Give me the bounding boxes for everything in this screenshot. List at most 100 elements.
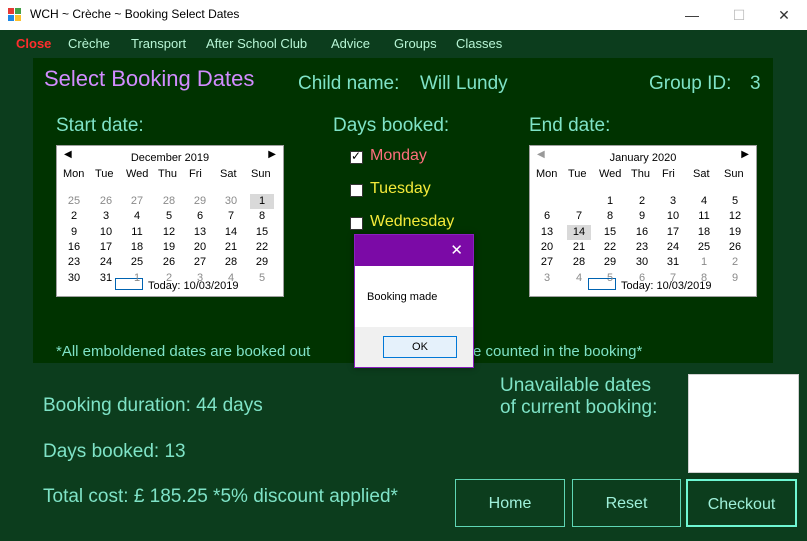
calendar-day[interactable]: 29 — [250, 255, 274, 270]
ok-button[interactable]: OK — [383, 336, 457, 358]
calendar-day[interactable]: 9 — [62, 225, 86, 240]
calendar-day[interactable]: 25 — [692, 240, 716, 255]
calendar-day[interactable]: 8 — [250, 209, 274, 224]
calendar-day[interactable]: 5 — [598, 271, 622, 286]
next-month-icon[interactable]: ▶ — [268, 149, 276, 160]
calendar-day[interactable]: 30 — [219, 194, 243, 209]
calendar-day[interactable]: 21 — [219, 240, 243, 255]
calendar-day[interactable]: 16 — [630, 225, 654, 240]
calendar-day[interactable]: 29 — [598, 255, 622, 270]
calendar-day[interactable]: 26 — [157, 255, 181, 270]
calendar-day[interactable]: 6 — [188, 209, 212, 224]
checkbox-icon[interactable] — [350, 217, 363, 230]
calendar-day[interactable]: 4 — [692, 194, 716, 209]
calendar-day[interactable]: 22 — [250, 240, 274, 255]
calendar-day[interactable]: 14 — [219, 225, 243, 240]
calendar-day[interactable]: 1 — [125, 271, 149, 286]
calendar-day[interactable]: 2 — [723, 255, 747, 270]
close-window-button[interactable]: ✕ — [761, 0, 807, 30]
calendar-day[interactable]: 18 — [125, 240, 149, 255]
menu-groups[interactable]: Groups — [394, 36, 437, 51]
menu-close[interactable]: Close — [16, 36, 51, 51]
calendar-day[interactable]: 26 — [94, 194, 118, 209]
reset-button[interactable]: Reset — [572, 479, 681, 527]
calendar-day[interactable]: 6 — [630, 271, 654, 286]
calendar-day[interactable]: 19 — [157, 240, 181, 255]
calendar-day[interactable]: 28 — [219, 255, 243, 270]
home-button[interactable]: Home — [455, 479, 565, 527]
calendar-day[interactable]: 25 — [125, 255, 149, 270]
calendar-day[interactable]: 11 — [125, 225, 149, 240]
calendar-day[interactable]: 15 — [250, 225, 274, 240]
calendar-day[interactable]: 27 — [125, 194, 149, 209]
calendar-day[interactable]: 20 — [188, 240, 212, 255]
calendar-day[interactable]: 5 — [157, 209, 181, 224]
checkbox-icon[interactable] — [350, 184, 363, 197]
calendar-day[interactable]: 14 — [567, 224, 591, 240]
calendar-day[interactable]: 23 — [62, 255, 86, 270]
calendar-day[interactable]: 4 — [219, 271, 243, 286]
calendar-day[interactable]: 31 — [661, 255, 685, 270]
calendar-day[interactable]: 3 — [661, 194, 685, 209]
calendar-day[interactable]: 4 — [567, 271, 591, 286]
calendar-day[interactable]: 29 — [188, 194, 212, 209]
calendar-day[interactable]: 10 — [661, 209, 685, 224]
calendar-day[interactable]: 26 — [723, 240, 747, 255]
calendar-day[interactable]: 17 — [94, 240, 118, 255]
calendar-day[interactable]: 2 — [157, 271, 181, 286]
calendar-day[interactable]: 30 — [62, 271, 86, 286]
calendar-day[interactable]: 7 — [219, 209, 243, 224]
calendar-day[interactable]: 1 — [692, 255, 716, 270]
close-icon[interactable]: ✕ — [450, 241, 463, 259]
calendar-day[interactable]: 15 — [598, 225, 622, 240]
next-month-icon[interactable]: ▶ — [741, 149, 749, 160]
calendar-day[interactable]: 27 — [535, 255, 559, 270]
calendar-day[interactable]: 8 — [598, 209, 622, 224]
checkbox-icon[interactable] — [350, 149, 363, 164]
calendar-day[interactable]: 24 — [661, 240, 685, 255]
calendar-day[interactable]: 12 — [723, 209, 747, 224]
calendar-day[interactable]: 5 — [250, 271, 274, 286]
calendar-day[interactable]: 1 — [250, 194, 274, 209]
calendar-day[interactable]: 1 — [598, 194, 622, 209]
calendar-day[interactable]: 17 — [661, 225, 685, 240]
calendar-day[interactable]: 16 — [62, 240, 86, 255]
calendar-day[interactable]: 30 — [630, 255, 654, 270]
menu-creche[interactable]: Crèche — [68, 36, 110, 51]
checkout-button[interactable]: Checkout — [686, 479, 797, 527]
calendar-day[interactable]: 28 — [157, 194, 181, 209]
calendar-day[interactable]: 9 — [723, 271, 747, 286]
calendar-day[interactable]: 4 — [125, 209, 149, 224]
calendar-day[interactable]: 7 — [567, 209, 591, 224]
calendar-day[interactable]: 21 — [567, 240, 591, 255]
calendar-day[interactable]: 23 — [630, 240, 654, 255]
calendar-day[interactable]: 31 — [94, 271, 118, 286]
menu-classes[interactable]: Classes — [456, 36, 502, 51]
calendar-day[interactable]: 7 — [661, 271, 685, 286]
calendar-day[interactable]: 2 — [62, 209, 86, 224]
minimize-button[interactable]: — — [669, 0, 715, 30]
calendar-day[interactable]: 13 — [188, 225, 212, 240]
menu-advice[interactable]: Advice — [331, 36, 370, 51]
menu-after-school-club[interactable]: After School Club — [206, 36, 307, 51]
menu-transport[interactable]: Transport — [131, 36, 186, 51]
calendar-day[interactable]: 5 — [723, 194, 747, 209]
calendar-day[interactable]: 20 — [535, 240, 559, 255]
calendar-day[interactable]: 12 — [157, 225, 181, 240]
calendar-day[interactable]: 9 — [630, 209, 654, 224]
calendar-day[interactable]: 3 — [188, 271, 212, 286]
maximize-button[interactable]: ☐ — [716, 0, 762, 30]
unavailable-dates-list[interactable] — [688, 374, 799, 473]
calendar-day[interactable]: 19 — [723, 225, 747, 240]
calendar-day[interactable]: 27 — [188, 255, 212, 270]
calendar-day[interactable]: 24 — [94, 255, 118, 270]
start-date-calendar[interactable]: ◀ December 2019 ▶ Today: 10/03/2019 Mon T… — [56, 145, 284, 297]
calendar-day[interactable]: 3 — [94, 209, 118, 224]
calendar-day[interactable]: 3 — [535, 271, 559, 286]
calendar-day[interactable]: 18 — [692, 225, 716, 240]
calendar-day[interactable]: 11 — [692, 209, 716, 224]
calendar-day[interactable]: 10 — [94, 225, 118, 240]
calendar-day[interactable]: 6 — [535, 209, 559, 224]
calendar-day[interactable]: 28 — [567, 255, 591, 270]
calendar-day[interactable]: 2 — [630, 194, 654, 209]
